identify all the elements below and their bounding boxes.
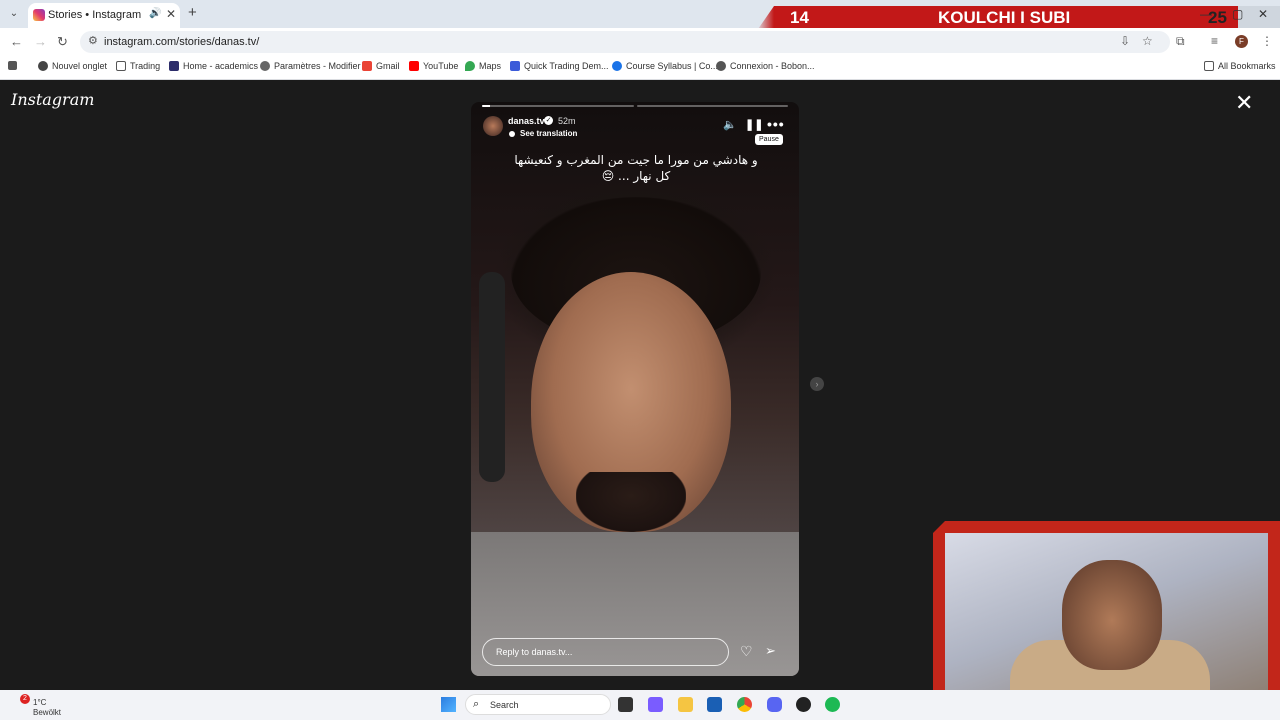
bookmark-item[interactable]: Paramètres - Modifier <box>260 61 361 71</box>
omnibox[interactable]: ⚙ instagram.com/stories/danas.tv/ <box>80 31 1170 53</box>
more-options-icon[interactable]: ••• <box>767 116 785 132</box>
overlay-title: KOULCHI I SUBI <box>938 8 1071 27</box>
story-avatar[interactable] <box>483 116 503 136</box>
chrome-icon[interactable] <box>737 697 752 712</box>
instagram-favicon-icon <box>33 9 45 21</box>
verified-badge-icon: ✓ <box>544 116 553 125</box>
extensions-icon[interactable]: ⧉ <box>1176 34 1185 49</box>
minimize-icon[interactable]: — <box>1200 7 1212 21</box>
address-bar-row: ← → ↻ ⚙ instagram.com/stories/danas.tv/ … <box>0 28 1280 56</box>
close-stories-icon[interactable]: ✕ <box>1235 92 1253 114</box>
install-app-icon[interactable]: ⇩ <box>1120 34 1130 48</box>
taskbar: 2 1°C Bewölkt ⌕ Search <box>0 690 1280 720</box>
overlay-left-number: 14 <box>790 8 809 27</box>
progress-segment <box>482 105 634 107</box>
profile-avatar[interactable]: F <box>1235 35 1248 48</box>
webcam-person-head <box>1062 560 1162 670</box>
bookmark-item[interactable]: YouTube <box>409 61 458 71</box>
new-tab-button[interactable]: + <box>188 4 197 21</box>
discord-icon[interactable] <box>767 697 782 712</box>
bookmark-item[interactable]: Course Syllabus | Co... <box>612 61 718 71</box>
file-explorer-icon[interactable] <box>678 697 693 712</box>
see-translation-link[interactable]: See translation <box>520 129 577 138</box>
speaker-icon[interactable]: 🔊 <box>149 8 161 19</box>
tab-title: Stories • Instagram <box>48 9 142 21</box>
forward-icon[interactable]: → <box>34 34 47 49</box>
story-timestamp: 52m <box>558 116 576 126</box>
sound-icon[interactable]: 🔈 <box>723 118 737 131</box>
progress-segment <box>636 105 788 107</box>
media-control-icon[interactable]: ≡ <box>1211 34 1218 48</box>
chrome-menu-icon[interactable]: ⋮ <box>1261 34 1273 48</box>
window-close-icon[interactable]: ✕ <box>1258 7 1268 21</box>
instagram-logo[interactable]: Instagram <box>11 90 94 109</box>
story-image-beard <box>576 472 686 532</box>
story-image-headset <box>479 272 505 482</box>
bookmark-item[interactable]: Gmail <box>362 61 400 71</box>
taskbar-search[interactable]: ⌕ Search <box>465 694 611 715</box>
story-progress <box>482 105 788 107</box>
pause-tooltip: Pause <box>755 134 783 145</box>
obs-icon[interactable] <box>796 697 811 712</box>
story-caption: و هادشي من مورا ما جيت من المغرب و كنعيش… <box>514 153 758 183</box>
back-icon[interactable]: ← <box>10 34 23 49</box>
store-icon[interactable] <box>707 697 722 712</box>
tab-search-icon[interactable]: ⌄ <box>6 6 22 22</box>
bookmark-item[interactable]: Nouvel onglet <box>38 61 107 71</box>
spotify-icon[interactable] <box>825 697 840 712</box>
reload-icon[interactable]: ↻ <box>57 34 68 50</box>
apps-grid-icon[interactable] <box>8 61 17 70</box>
tab-instagram[interactable]: Stories • Instagram 🔊 ✕ <box>28 3 180 28</box>
bookmark-item[interactable]: Maps <box>465 61 501 71</box>
taskbar-search-label: Search <box>490 700 519 710</box>
next-story-icon[interactable]: › <box>810 377 824 391</box>
site-info-icon[interactable]: ⚙ <box>88 34 98 47</box>
notification-badge: 2 <box>20 694 30 704</box>
bookmarks-bar: Nouvel onglet Trading Home - academics P… <box>0 56 1280 80</box>
task-view-icon[interactable] <box>618 697 633 712</box>
url-text: instagram.com/stories/danas.tv/ <box>104 36 260 48</box>
story-username[interactable]: danas.tv <box>508 116 545 126</box>
bookmark-item[interactable]: Quick Trading Dem... <box>510 61 609 71</box>
windows-start-icon[interactable] <box>441 697 456 712</box>
bookmark-item[interactable]: Connexion - Bobon... <box>716 61 815 71</box>
reply-input[interactable]: Reply to danas.tv... <box>482 638 729 666</box>
story-viewer[interactable]: danas.tv ✓ 52m See translation 🔈 ❚❚ ••• … <box>471 102 799 676</box>
copilot-icon[interactable] <box>648 697 663 712</box>
tab-close-icon[interactable]: ✕ <box>166 7 176 21</box>
search-icon: ⌕ <box>473 698 480 710</box>
like-heart-icon[interactable]: ♡ <box>740 643 753 660</box>
pause-icon[interactable]: ❚❚ <box>745 118 763 131</box>
restore-icon[interactable]: ▢ <box>1232 7 1243 21</box>
bookmark-folder[interactable]: Trading <box>116 61 160 71</box>
translate-icon <box>509 131 515 137</box>
bookmark-item[interactable]: Home - academics <box>169 61 258 71</box>
all-bookmarks-folder[interactable]: All Bookmarks <box>1204 61 1276 71</box>
send-icon[interactable]: ➢ <box>765 643 776 659</box>
bookmark-star-icon[interactable]: ☆ <box>1142 34 1153 48</box>
weather-text: 1°C Bewölkt <box>33 698 62 717</box>
